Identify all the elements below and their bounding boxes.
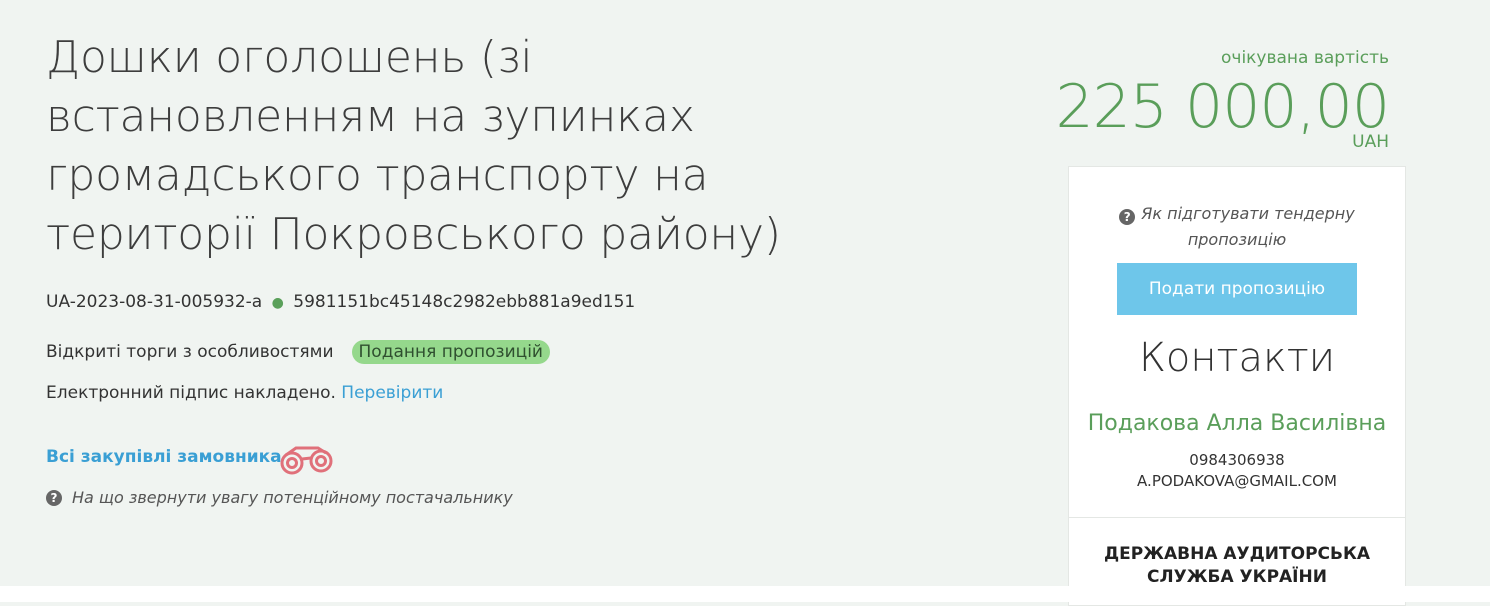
tender-title: Дошки оголошень (зі встановленням на зуп… (46, 32, 781, 260)
supplier-hint[interactable]: ? На що звернути увагу потенційному пост… (46, 488, 513, 507)
supplier-hint-text: На що звернути увагу потенційному постач… (72, 488, 513, 507)
contact-phone: 0984306938 (1189, 451, 1285, 469)
howto-link[interactable]: ? Як підготувати тендерну пропозицію (1069, 201, 1405, 253)
side-panel: ? Як підготувати тендерну пропозицію Пода… (1068, 166, 1406, 606)
separator-dot-icon: ● (271, 295, 284, 311)
binoculars-icon[interactable] (278, 444, 336, 476)
contact-name: Подакова Алла Василівна (1087, 411, 1387, 436)
page-bottom-band (0, 586, 1490, 602)
howto-text: Як підготувати тендерну пропозицію (1141, 204, 1355, 249)
expected-cost-value: 225 000,00 (1055, 72, 1390, 142)
submit-proposal-button[interactable]: Подати пропозицію (1117, 263, 1357, 315)
verify-signature-link[interactable]: Перевірити (341, 383, 443, 403)
signature-text: Електронний підпис накладено. (46, 383, 336, 403)
tender-identifiers: UA-2023-08-31-005932-a ● 5981151bc45148c… (46, 292, 635, 312)
tender-hash: 5981151bc45148c2982ebb881a9ed151 (293, 292, 636, 312)
contact-email: A.PODAKOVA@GMAIL.COM (1137, 472, 1337, 490)
signature-line: Електронний підпис накладено. Перевірити (46, 383, 443, 403)
status-badge: Подання пропозицій (351, 340, 550, 364)
question-circle-icon: ? (46, 489, 62, 506)
procedure-type: Відкриті торги з особливостями (46, 342, 334, 362)
procedure-line: Відкриті торги з особливостями Подання п… (46, 340, 550, 364)
expected-cost-currency: UAH (1352, 132, 1389, 152)
contacts-heading: Контакти (1138, 335, 1336, 381)
organization-name: ДЕРЖАВНА АУДИТОРСЬКА СЛУЖБА УКРАЇНИ (1103, 544, 1371, 587)
expected-cost-label: очікувана вартість (1221, 48, 1389, 68)
tender-id: UA-2023-08-31-005932-a (46, 292, 263, 312)
panel-divider (1069, 517, 1405, 518)
all-purchases-link[interactable]: Всі закупівлі замовника (46, 447, 282, 467)
question-circle-icon: ? (1119, 209, 1136, 225)
